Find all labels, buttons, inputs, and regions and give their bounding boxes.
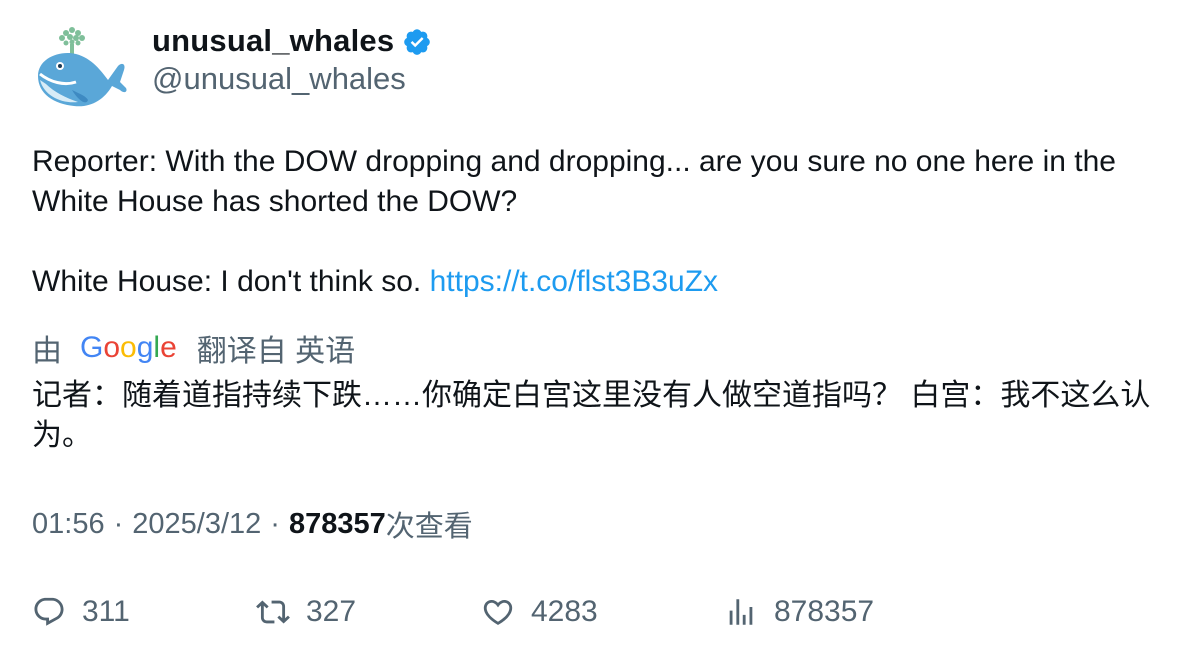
avatar[interactable] — [32, 24, 128, 112]
translated-text: 记者：随着道指持续下跌……你确定白宫这里没有人做空道指吗？ 白宫：我不这么认为。 — [32, 379, 1151, 452]
views-label: 次查看 — [385, 511, 473, 543]
tweet-link[interactable]: https://t.co/flst3B3uZx — [430, 265, 718, 298]
like-count: 4283 — [531, 595, 598, 628]
analytics-bar-icon — [729, 599, 753, 625]
display-name[interactable]: unusual_whales — [152, 23, 394, 59]
translation-prefix: 由 — [32, 335, 62, 368]
retweet-icon — [256, 600, 290, 624]
tweet-meta: 01:56 · 2025/3/12 · 878357 次查看 — [32, 504, 473, 544]
tweet-paragraph-2-text: White House: I don't think so. — [32, 265, 430, 298]
author-block: unusual_whales @unusual_whales — [152, 22, 432, 97]
verified-badge-icon — [404, 29, 431, 55]
retweet-button[interactable]: 327 — [256, 590, 356, 634]
tweet-text: Reporter: With the DOW dropping and drop… — [32, 142, 1167, 302]
heart-icon — [483, 599, 513, 625]
meta-separator: · — [113, 507, 124, 540]
translation-suffix[interactable]: 翻译自 英语 — [197, 326, 355, 370]
whale-logo-icon — [38, 27, 127, 107]
reply-button[interactable]: 311 — [32, 590, 130, 634]
retweet-count: 327 — [306, 595, 357, 628]
tweet-date[interactable]: 2025/3/12 — [132, 508, 261, 541]
reply-count: 311 — [82, 595, 130, 628]
reply-icon — [34, 597, 64, 626]
tweet-time[interactable]: 01:56 — [32, 508, 105, 541]
handle[interactable]: @unusual_whales — [152, 61, 432, 97]
views-button[interactable]: 878357 — [724, 590, 874, 634]
tweet-paragraph-1: Reporter: With the DOW dropping and drop… — [32, 145, 1116, 218]
views-action-count: 878357 — [774, 595, 875, 628]
name-row: unusual_whales — [152, 22, 432, 60]
like-button[interactable]: 4283 — [481, 590, 598, 634]
google-logo-icon: Google — [80, 331, 177, 364]
translation-attribution: 由 Google 翻译自 英语 — [32, 328, 355, 368]
tweet-paragraph-2: White House: I don't think so. https://t… — [32, 262, 1167, 302]
meta-separator: · — [270, 507, 280, 540]
views-count: 878357 — [288, 507, 386, 540]
